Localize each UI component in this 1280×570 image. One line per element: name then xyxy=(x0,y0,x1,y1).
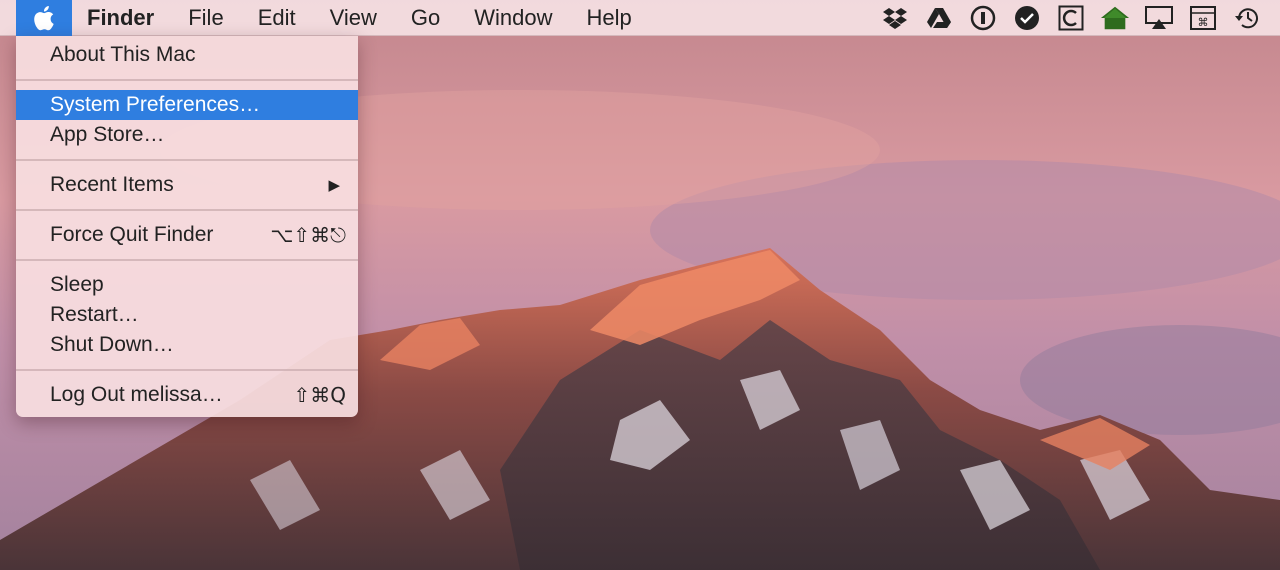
menu-item-label: App Store… xyxy=(50,123,165,146)
apple-menu-button[interactable] xyxy=(16,0,72,36)
menu-item-label: System Preferences… xyxy=(50,93,261,116)
menu-item-label: Force Quit Finder xyxy=(50,223,214,246)
dropbox-icon[interactable] xyxy=(880,3,910,33)
menu-item-shut-down[interactable]: Shut Down… xyxy=(16,330,358,360)
menu-item-label: Sleep xyxy=(50,273,104,296)
keyboard-shortcuts-icon[interactable]: ⌘ xyxy=(1188,3,1218,33)
menu-item-label: Log Out melissa… xyxy=(50,383,223,406)
menu-bar: Finder File Edit View Go Window Help ⌘ xyxy=(0,0,1280,36)
submenu-arrow-icon: ▶ xyxy=(328,176,340,194)
menu-item-system-preferences[interactable]: System Preferences… xyxy=(16,90,358,120)
menu-item-recent-items[interactable]: Recent Items ▶ xyxy=(16,170,358,200)
menu-separator xyxy=(16,159,358,161)
apple-logo-icon xyxy=(34,5,54,30)
airplay-icon[interactable] xyxy=(1144,3,1174,33)
menu-separator xyxy=(16,79,358,81)
menu-item-log-out[interactable]: Log Out melissa… ⇧⌘Q xyxy=(16,380,358,410)
1password-icon[interactable] xyxy=(968,3,998,33)
menu-item-sleep[interactable]: Sleep xyxy=(16,270,358,300)
time-machine-icon[interactable] xyxy=(1232,3,1262,33)
google-drive-icon[interactable] xyxy=(924,3,954,33)
menu-view[interactable]: View xyxy=(313,0,394,36)
menu-item-label: Shut Down… xyxy=(50,333,174,356)
menu-item-label: Restart… xyxy=(50,303,139,326)
menu-item-restart[interactable]: Restart… xyxy=(16,300,358,330)
menu-go[interactable]: Go xyxy=(394,0,457,36)
menu-edit[interactable]: Edit xyxy=(241,0,313,36)
status-area: ⌘ xyxy=(880,0,1262,36)
menu-item-label: About This Mac xyxy=(50,43,196,66)
menu-item-about-this-mac[interactable]: About This Mac xyxy=(16,40,358,70)
apple-dropdown-menu: About This Mac System Preferences… App S… xyxy=(16,36,358,417)
keyboard-shortcut: ⇧⌘Q xyxy=(293,383,347,407)
menu-file[interactable]: File xyxy=(171,0,240,36)
house-icon[interactable] xyxy=(1100,3,1130,33)
desktop: Finder File Edit View Go Window Help ⌘ A… xyxy=(0,0,1280,570)
checkmark-circle-icon[interactable] xyxy=(1012,3,1042,33)
svg-text:⌘: ⌘ xyxy=(1198,16,1209,29)
menu-item-app-store[interactable]: App Store… xyxy=(16,120,358,150)
menu-separator xyxy=(16,259,358,261)
c-box-icon[interactable] xyxy=(1056,3,1086,33)
menu-item-label: Recent Items xyxy=(50,173,174,196)
menu-finder[interactable]: Finder xyxy=(72,0,171,36)
keyboard-shortcut: ⌥⇧⌘⎋ xyxy=(270,223,346,247)
menu-item-force-quit[interactable]: Force Quit Finder ⌥⇧⌘⎋ xyxy=(16,220,358,250)
menu-separator xyxy=(16,369,358,371)
menu-window[interactable]: Window xyxy=(457,0,569,36)
menu-separator xyxy=(16,209,358,211)
menu-help[interactable]: Help xyxy=(570,0,649,36)
